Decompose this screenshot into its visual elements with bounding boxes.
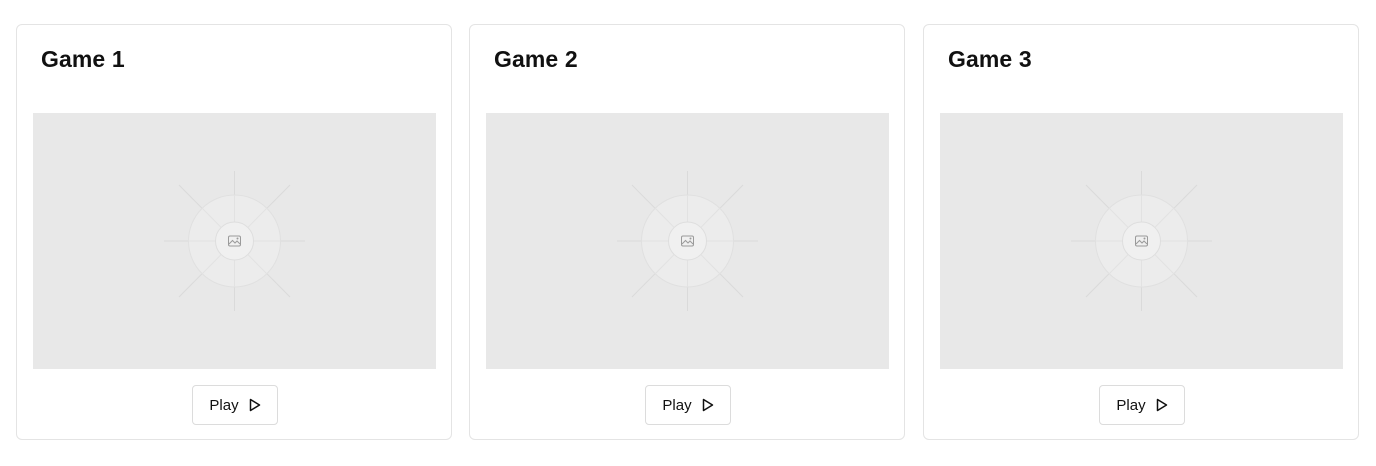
game-title: Game 2 <box>494 46 578 72</box>
image-placeholder-graphic <box>164 171 305 311</box>
game-card: Game 3 Play <box>923 24 1359 440</box>
games-grid: Game 1 Play Game 2 Play Game 3 Play <box>0 0 1376 466</box>
play-button-label: Play <box>662 396 692 414</box>
game-title: Game 1 <box>41 46 125 72</box>
game-thumbnail <box>940 113 1343 369</box>
play-icon <box>249 398 261 412</box>
play-button-label: Play <box>209 396 239 414</box>
game-card: Game 1 Play <box>16 24 452 440</box>
play-button-label: Play <box>1116 396 1146 414</box>
play-icon <box>702 398 714 412</box>
play-button[interactable]: Play <box>1099 385 1185 425</box>
game-title: Game 3 <box>948 46 1032 72</box>
play-button[interactable]: Play <box>192 385 278 425</box>
play-icon <box>1156 398 1168 412</box>
game-thumbnail <box>33 113 436 369</box>
game-card: Game 2 Play <box>469 24 905 440</box>
play-button[interactable]: Play <box>645 385 731 425</box>
image-placeholder-graphic <box>1071 171 1212 311</box>
game-thumbnail <box>486 113 889 369</box>
image-placeholder-graphic <box>617 171 758 311</box>
